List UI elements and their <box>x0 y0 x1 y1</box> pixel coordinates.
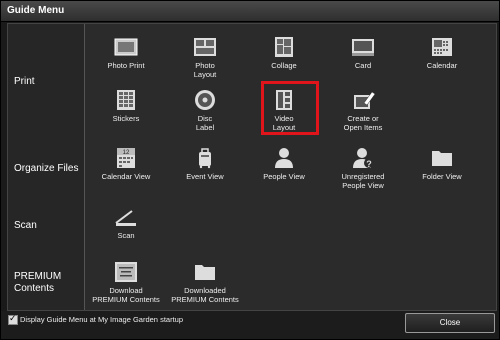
calendar-view-date: 12 <box>123 150 130 156</box>
organize-section-header: Organize Files <box>8 139 85 196</box>
event-view-button[interactable]: Event View <box>170 147 240 181</box>
create-open-items-icon <box>350 89 376 111</box>
footer: Display Guide Menu at My Image Garden st… <box>1 311 499 339</box>
photo-print-label: Photo Print <box>107 61 145 70</box>
download-premium-button[interactable]: Download PREMIUM Contents <box>91 261 161 304</box>
svg-text:?: ? <box>366 159 372 169</box>
scan-label: Scan <box>117 231 135 240</box>
calendar-button[interactable]: Calendar <box>407 36 477 70</box>
disc-label-button[interactable]: Disc Label <box>170 89 240 132</box>
scan-section: Scan Scan <box>8 196 496 254</box>
organize-section: Organize Files 12 Calendar View Event Vi… <box>8 139 496 197</box>
downloaded-premium-button[interactable]: Downloaded PREMIUM Contents <box>170 261 240 304</box>
premium-section: PREMIUM Contents Download PREMIUM Conten… <box>8 253 496 310</box>
startup-checkbox-label[interactable]: Display Guide Menu at My Image Garden st… <box>20 315 183 324</box>
calendar-icon <box>429 36 455 58</box>
calendar-view-button[interactable]: 12 Calendar View <box>91 147 161 181</box>
photo-print-button[interactable]: Photo Print <box>91 36 161 70</box>
print-section-header: Print <box>8 24 85 139</box>
scan-items: Scan <box>85 196 496 253</box>
unregistered-people-icon: ? <box>350 147 376 169</box>
collage-button[interactable]: Collage <box>249 36 319 70</box>
calendar-label: Calendar <box>426 61 458 70</box>
folder-view-icon <box>429 147 455 169</box>
event-view-icon <box>192 147 218 169</box>
card-icon <box>350 36 376 58</box>
download-premium-label: Download PREMIUM Contents <box>92 286 160 304</box>
premium-section-label: PREMIUM Contents <box>14 271 62 294</box>
stickers-label: Stickers <box>112 114 140 123</box>
disc-label-icon <box>192 89 218 111</box>
event-view-label: Event View <box>186 172 224 181</box>
collage-label: Collage <box>271 61 297 70</box>
unregistered-people-view-button[interactable]: ? Unregistered People View <box>328 147 398 190</box>
scan-button[interactable]: Scan <box>91 206 161 240</box>
organize-items: 12 Calendar View Event View People View <box>85 139 496 196</box>
stickers-icon <box>113 89 139 111</box>
menu-content: Print Photo Print Photo Layout Collage C… <box>7 23 497 311</box>
create-open-items-label: Create or Open Items <box>343 114 383 132</box>
downloaded-premium-icon <box>192 261 218 283</box>
organize-section-label: Organize Files <box>14 163 79 174</box>
title-bar: Guide Menu <box>1 1 499 22</box>
photo-layout-icon <box>192 36 218 58</box>
premium-section-header: PREMIUM Contents <box>8 253 85 310</box>
calendar-view-label: Calendar View <box>101 172 151 181</box>
card-button[interactable]: Card <box>328 36 398 70</box>
selection-highlight <box>261 81 319 135</box>
scan-icon <box>113 206 139 228</box>
downloaded-premium-label: Downloaded PREMIUM Contents <box>171 286 239 304</box>
scan-section-label: Scan <box>14 220 37 231</box>
premium-items: Download PREMIUM Contents Downloaded PRE… <box>85 253 496 310</box>
card-label: Card <box>354 61 372 70</box>
disc-label-label: Disc Label <box>195 114 215 132</box>
people-view-button[interactable]: People View <box>249 147 319 181</box>
close-button[interactable]: Close <box>405 313 495 333</box>
create-open-items-button[interactable]: Create or Open Items <box>328 89 398 132</box>
calendar-view-icon: 12 <box>113 147 139 169</box>
collage-icon <box>271 36 297 58</box>
unregistered-people-view-label: Unregistered People View <box>341 172 385 190</box>
startup-checkbox[interactable] <box>8 313 18 325</box>
print-section-label: Print <box>14 76 35 87</box>
scan-section-header: Scan <box>8 196 85 253</box>
window-title: Guide Menu <box>7 5 65 16</box>
people-view-icon <box>271 147 297 169</box>
photo-layout-label: Photo Layout <box>193 61 217 79</box>
folder-view-label: Folder View <box>422 172 462 181</box>
download-premium-icon <box>113 261 139 283</box>
people-view-label: People View <box>263 172 305 181</box>
photo-layout-button[interactable]: Photo Layout <box>170 36 240 79</box>
folder-view-button[interactable]: Folder View <box>407 147 477 181</box>
print-items: Photo Print Photo Layout Collage Card Ca… <box>85 24 496 139</box>
stickers-button[interactable]: Stickers <box>91 89 161 123</box>
guide-menu-window: Guide Menu Print Photo Print Photo Layou… <box>0 0 500 340</box>
photo-print-icon <box>113 36 139 58</box>
print-section: Print Photo Print Photo Layout Collage C… <box>8 24 496 140</box>
